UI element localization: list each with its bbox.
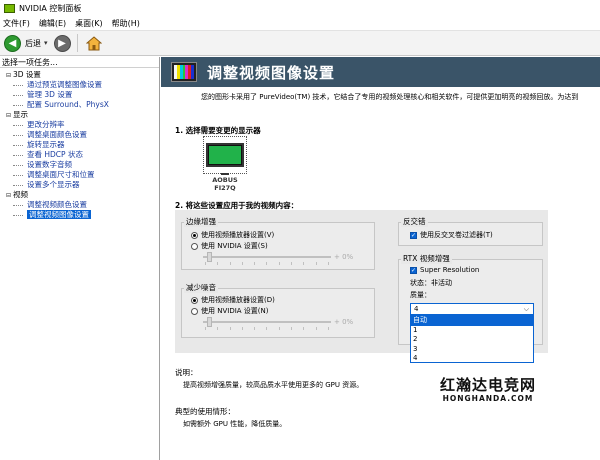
radio-icon[interactable]	[191, 231, 198, 239]
task-tree: ⊟ 3D 设置 通过预览调整图像设置 管理 3D 设置 配置 Surround、P…	[0, 68, 159, 220]
usage-body: 如需额外 GPU 性能，降低质量。	[183, 420, 287, 428]
quality-option-4[interactable]: 4	[411, 354, 533, 364]
rtx-label: RTX 视频增强	[401, 253, 452, 264]
edge-slider-ticks	[205, 262, 329, 265]
tree-category-display[interactable]: ⊟ 显示	[0, 110, 159, 120]
task-sidebar: 选择一项任务... ⊟ 3D 设置 通过预览调整图像设置 管理 3D 设置 配置 …	[0, 57, 160, 460]
tree-item-hdcp[interactable]: 查看 HDCP 状态	[0, 150, 159, 160]
title-bar: NVIDIA 控制面板	[0, 0, 600, 16]
tree-item-preview-image[interactable]: 通过预览调整图像设置	[0, 80, 159, 90]
step1-heading: 1. 选择需要变更的显示器	[175, 126, 261, 135]
menu-help[interactable]: 帮助(H)	[112, 18, 140, 29]
tree-item-manage-3d[interactable]: 管理 3D 设置	[0, 90, 159, 100]
toolbar-divider	[76, 34, 78, 52]
edge-slider-value: + 0%	[334, 253, 354, 261]
tree-category-video[interactable]: ⊟ 视频	[0, 190, 159, 200]
menu-desktop[interactable]: 桌面(K)	[75, 18, 103, 29]
slider-thumb[interactable]	[207, 252, 212, 262]
edge-option-player[interactable]: 使用视频播放器设置(V)	[191, 230, 274, 240]
quality-option-3[interactable]: 3	[411, 345, 533, 355]
quality-option-2[interactable]: 2	[411, 335, 533, 345]
quality-selected-value: 4	[414, 305, 419, 313]
description-title: 说明：	[175, 368, 198, 377]
nvidia-logo-icon	[4, 3, 15, 13]
back-button-label[interactable]: 后退	[25, 38, 41, 49]
checkbox-icon[interactable]: ✓	[410, 266, 417, 274]
slider-thumb[interactable]	[207, 317, 212, 327]
menu-bar: 文件(F) 编辑(E) 桌面(K) 帮助(H)	[0, 16, 600, 30]
tree-item-video-color[interactable]: 调整视频颜色设置	[0, 200, 159, 210]
tree-item-video-image[interactable]: 调整视频图像设置	[0, 210, 159, 220]
menu-edit[interactable]: 编辑(E)	[39, 18, 66, 29]
deinterlace-label: 反交错	[401, 216, 428, 227]
tree-item-digital-audio[interactable]: 设置数字音频	[0, 160, 159, 170]
radio-icon[interactable]	[191, 242, 198, 250]
quality-option-auto[interactable]: 自动	[411, 316, 533, 326]
quality-label: 质量：	[410, 291, 431, 299]
tree-item-surround-physx[interactable]: 配置 Surround、PhysX	[0, 100, 159, 110]
tree-item-desktop-size[interactable]: 调整桌面尺寸和位置	[0, 170, 159, 180]
edge-enhancement-label: 边缘增强	[184, 216, 218, 227]
chevron-down-icon[interactable]: ⌵	[524, 304, 529, 314]
edge-option-nvidia[interactable]: 使用 NVIDIA 设置(S)	[191, 241, 268, 251]
back-arrow-icon[interactable]: ◀	[4, 34, 21, 52]
noise-option-player[interactable]: 使用视频播放器设置(D)	[191, 295, 275, 305]
forward-arrow-icon[interactable]: ▶	[53, 34, 71, 52]
tree-item-resolution[interactable]: 更改分辨率	[0, 120, 159, 130]
tree-category-3d[interactable]: ⊟ 3D 设置	[0, 70, 159, 80]
edge-slider[interactable]	[203, 252, 331, 262]
quality-dropdown-list: 自动 1 2 3 4	[410, 315, 534, 363]
radio-icon[interactable]	[191, 307, 198, 315]
tree-item-multi-display[interactable]: 设置多个显示器	[0, 180, 159, 190]
display-name: AOBUS FI27Q	[212, 176, 238, 192]
monitor-stand	[221, 173, 229, 175]
noise-option-nvidia[interactable]: 使用 NVIDIA 设置(N)	[191, 306, 268, 316]
deinterlace-checkbox[interactable]: ✓ 使用反交叉卷过滤器(T)	[410, 230, 493, 240]
page-banner: 调整视频图像设置	[161, 57, 600, 87]
description-body: 提高视频增强质量，较高品质水平使用更多的 GPU 资源。	[183, 381, 364, 389]
quality-option-1[interactable]: 1	[411, 326, 533, 336]
page-description: 您的图形卡采用了 PureVideo(TM) 技术，它结合了专用的视频处理核心和…	[201, 93, 579, 101]
site-watermark: 红瀚达电竞网 HONGHANDA.COM	[423, 376, 553, 410]
super-resolution-checkbox[interactable]: ✓ Super Resolution	[410, 266, 479, 274]
back-history-dropdown-icon[interactable]: ▾	[44, 39, 48, 47]
tree-item-rotate[interactable]: 旋转显示器	[0, 140, 159, 150]
home-icon[interactable]	[84, 34, 104, 52]
watermark-line1: 红瀚达电竞网	[439, 376, 536, 394]
noise-slider-ticks	[205, 327, 329, 330]
checkbox-icon[interactable]: ✓	[410, 231, 417, 239]
toolbar: ◀ 后退 ▾ ▶	[0, 30, 600, 56]
tree-item-desktop-color[interactable]: 调整桌面颜色设置	[0, 130, 159, 140]
noise-reduction-label: 减少噪音	[184, 282, 218, 293]
window-title: NVIDIA 控制面板	[19, 3, 82, 13]
quality-select[interactable]: 4 ⌵	[410, 303, 534, 315]
page-title: 调整视频图像设置	[207, 63, 336, 82]
monitor-icon	[206, 143, 244, 167]
noise-slider[interactable]	[203, 317, 331, 327]
sidebar-header: 选择一项任务...	[0, 57, 159, 68]
rtx-status: 状态：非活动	[410, 279, 452, 287]
menu-file[interactable]: 文件(F)	[3, 18, 30, 29]
watermark-line2: HONGHANDA.COM	[442, 394, 534, 403]
noise-slider-value: + 0%	[334, 318, 354, 326]
display-selector[interactable]	[203, 136, 247, 174]
video-settings-icon	[171, 62, 197, 82]
radio-icon[interactable]	[191, 296, 198, 304]
usage-title: 典型的使用情形：	[175, 407, 235, 416]
